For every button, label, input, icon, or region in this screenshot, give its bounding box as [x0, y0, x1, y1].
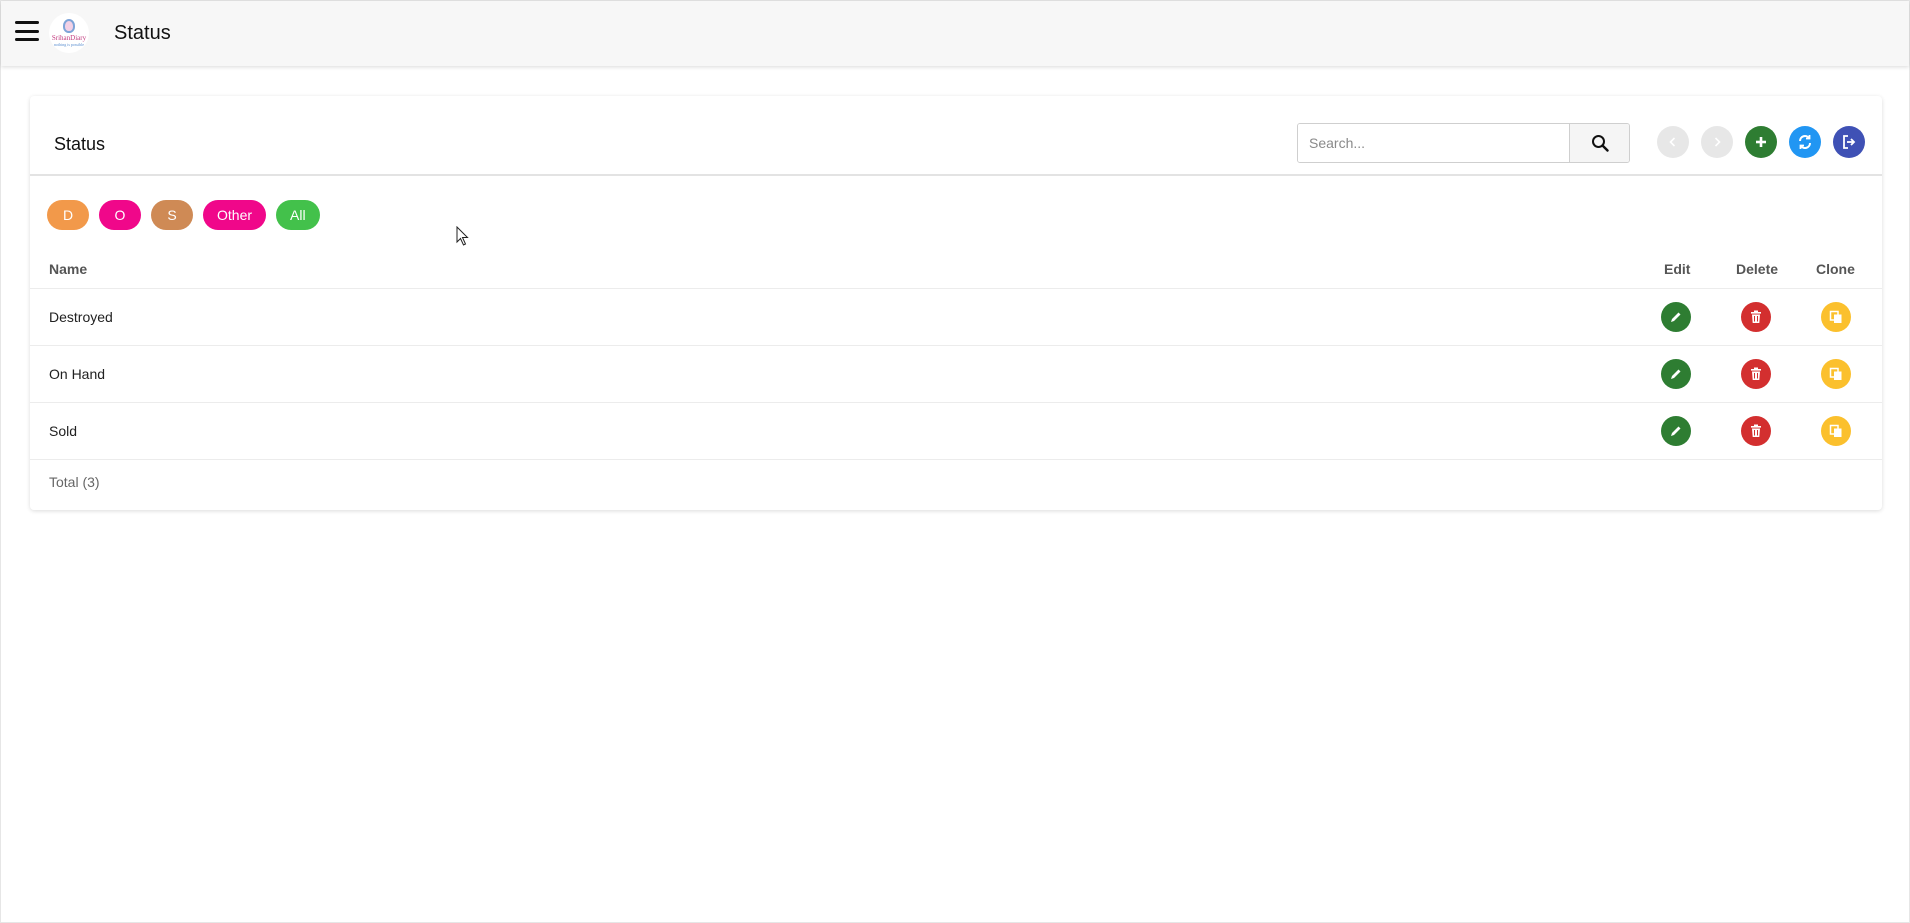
filter-chips: D O S Other All [47, 200, 320, 230]
edit-button[interactable] [1661, 302, 1691, 332]
filter-chip-other[interactable]: Other [203, 200, 267, 230]
delete-button[interactable] [1741, 416, 1771, 446]
card-header: Status [30, 96, 1882, 176]
pencil-icon [1671, 426, 1681, 436]
search-icon [1591, 135, 1609, 152]
trash-icon [1751, 310, 1761, 323]
page-title: Status [114, 22, 171, 44]
table-header: Name Edit Delete Clone [30, 251, 1882, 289]
clone-button[interactable] [1821, 416, 1851, 446]
app-logo[interactable]: SrihanDiary nothing is possible [49, 13, 89, 53]
search-box [1297, 123, 1630, 163]
refresh-button[interactable] [1789, 126, 1821, 158]
next-page-button[interactable] [1701, 126, 1733, 158]
delete-button[interactable] [1741, 302, 1771, 332]
refresh-icon [1799, 135, 1811, 149]
logo-text: SrihanDiary [51, 34, 87, 42]
logo-subtext: nothing is possible [53, 42, 84, 47]
column-header-delete: Delete [1736, 261, 1779, 277]
sign-out-icon [1843, 135, 1856, 149]
edit-button[interactable] [1661, 416, 1691, 446]
total-count: Total (3) [49, 474, 100, 490]
chevron-right-icon [1714, 137, 1721, 147]
pencil-icon [1671, 369, 1681, 379]
search-input[interactable] [1298, 124, 1569, 162]
trash-icon [1751, 424, 1761, 437]
filter-chip-o[interactable]: O [99, 200, 141, 230]
clone-button[interactable] [1821, 302, 1851, 332]
plus-icon [1756, 137, 1766, 147]
trash-icon [1751, 367, 1761, 380]
column-header-clone: Clone [1816, 261, 1855, 277]
filter-chip-all[interactable]: All [276, 200, 320, 230]
column-header-name[interactable]: Name [49, 261, 87, 277]
add-button[interactable] [1745, 126, 1777, 158]
edit-button[interactable] [1661, 359, 1691, 389]
sign-out-button[interactable] [1833, 126, 1865, 158]
chevron-left-icon [1669, 137, 1676, 147]
delete-button[interactable] [1741, 359, 1771, 389]
mouse-cursor-icon [456, 226, 469, 246]
filter-chip-s[interactable]: S [151, 200, 193, 230]
status-card: Status Search... D O S Other All Name Ed… [30, 96, 1882, 510]
top-app-bar: SrihanDiary nothing is possible Status [1, 1, 1909, 66]
copy-icon [1829, 367, 1842, 380]
card-title: Status [54, 134, 106, 154]
table-row[interactable]: Sold [30, 403, 1882, 460]
column-header-edit: Edit [1664, 261, 1691, 277]
copy-icon [1829, 310, 1842, 323]
search-button[interactable] [1569, 124, 1629, 162]
table-row[interactable]: On Hand [30, 346, 1882, 403]
filter-chip-d[interactable]: D [47, 200, 89, 230]
row-name: On Hand [49, 366, 106, 382]
row-name: Sold [49, 423, 78, 439]
logo-emblem-icon [63, 19, 75, 33]
table-row[interactable]: Destroyed [30, 289, 1882, 346]
previous-page-button[interactable] [1657, 126, 1689, 158]
row-name: Destroyed [49, 309, 113, 325]
clone-button[interactable] [1821, 359, 1851, 389]
copy-icon [1829, 424, 1842, 437]
pencil-icon [1671, 312, 1681, 322]
menu-icon[interactable] [15, 21, 39, 41]
